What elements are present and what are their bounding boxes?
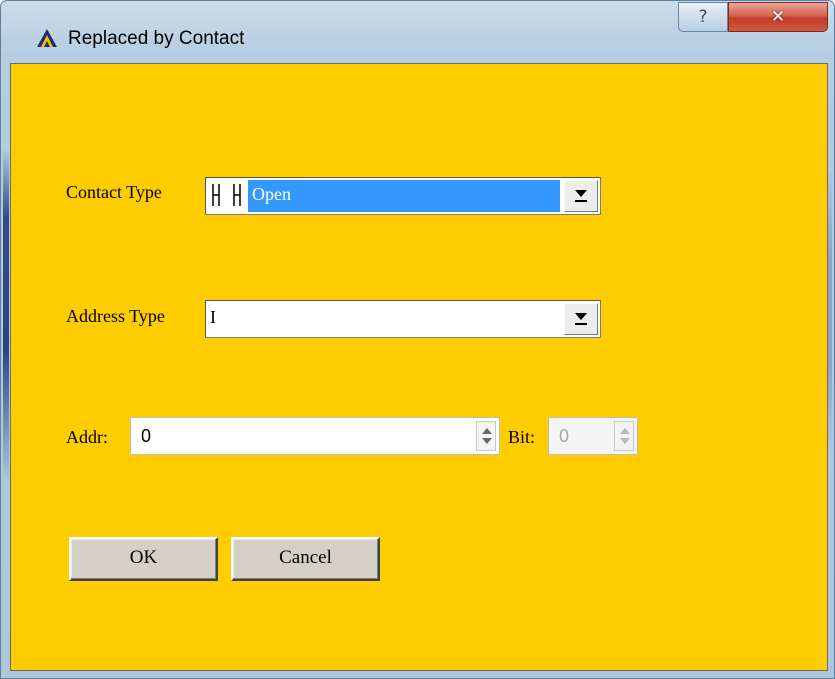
dropdown-bar-icon (575, 200, 587, 202)
dropdown-bar-icon (575, 323, 587, 325)
address-type-value: I (210, 307, 216, 327)
address-type-dropdown-button[interactable] (564, 303, 598, 335)
contact-type-label: Contact Type (66, 182, 162, 202)
contact-open-symbol-icon (208, 180, 248, 212)
spin-down-icon (620, 438, 630, 444)
address-type-select[interactable]: I (205, 300, 601, 338)
spin-up-icon (620, 428, 630, 434)
bit-spin-buttons (614, 421, 634, 451)
app-icon (37, 29, 57, 47)
addr-spin-buttons[interactable] (476, 421, 496, 451)
addr-spinbox[interactable]: 0 (130, 417, 500, 455)
bit-value: 0 (559, 426, 570, 446)
dialog-client-area: Contact Type Open Address Type I Addr: 0… (10, 63, 828, 671)
window-title: Replaced by Contact (68, 28, 245, 49)
addr-value: 0 (141, 426, 152, 446)
ok-button[interactable]: OK (69, 537, 218, 581)
cancel-button[interactable]: Cancel (231, 537, 380, 581)
contact-type-selected: Open (208, 180, 560, 212)
window-edge-left (3, 151, 9, 481)
spin-up-icon[interactable] (482, 428, 492, 434)
close-button[interactable]: ✕ (728, 2, 828, 32)
addr-label: Addr: (66, 427, 108, 447)
spin-down-icon[interactable] (482, 438, 492, 444)
address-type-label: Address Type (66, 306, 165, 326)
contact-type-value: Open (248, 180, 560, 212)
chevron-down-icon (575, 190, 587, 197)
bit-label: Bit: (508, 427, 536, 447)
contact-type-select[interactable]: Open (205, 177, 601, 215)
help-button[interactable]: ? (678, 2, 728, 32)
chevron-down-icon (575, 313, 587, 320)
dialog-window: Replaced by Contact ? ✕ Contact Type Ope (0, 0, 835, 679)
bit-spinbox: 0 (548, 417, 638, 455)
contact-type-dropdown-button[interactable] (564, 180, 598, 212)
